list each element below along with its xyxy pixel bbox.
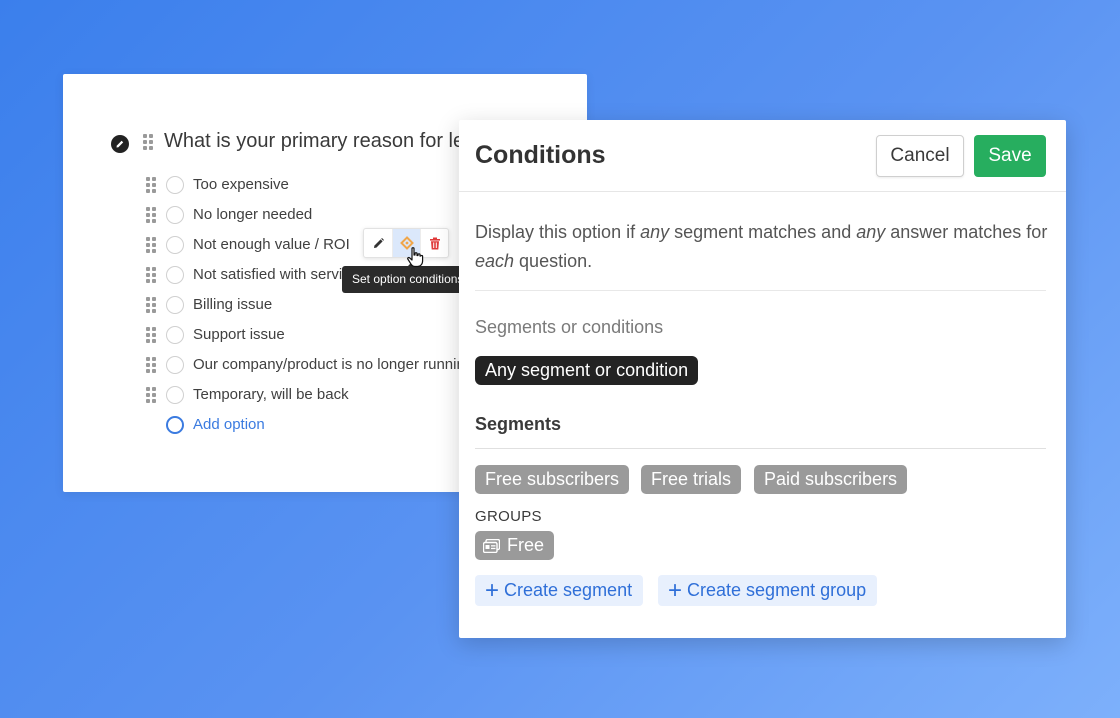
header-divider <box>459 191 1066 192</box>
option-label: Too expensive <box>193 176 289 193</box>
hand-cursor-icon <box>407 247 424 268</box>
option-label: Billing issue <box>193 296 273 313</box>
drag-handle-icon[interactable] <box>146 207 156 223</box>
pencil-icon[interactable] <box>364 229 392 257</box>
drag-handle-icon[interactable] <box>146 387 156 403</box>
add-option-label[interactable]: Add option <box>193 416 265 433</box>
question-drag-handle-icon[interactable] <box>143 134 153 150</box>
group-icon <box>483 538 500 553</box>
option-label: Not satisfied with service <box>193 266 359 283</box>
option-label: Our company/product is no longer running <box>193 356 474 373</box>
set-conditions-tooltip: Set option conditions <box>342 261 474 293</box>
create-segment-button[interactable]: + Create segment <box>475 575 644 606</box>
option-radio[interactable] <box>166 206 184 224</box>
plus-icon: + <box>485 577 500 604</box>
edit-question-icon[interactable] <box>111 135 129 153</box>
trash-icon[interactable] <box>420 229 448 257</box>
group-chip-free[interactable]: Free <box>475 531 555 560</box>
segments-or-conditions-label: Segments or conditions <box>475 317 664 337</box>
groups-label: GROUPS <box>475 508 542 525</box>
any-segment-chip[interactable]: Any segment or condition <box>475 356 699 385</box>
option-radio[interactable] <box>166 386 184 404</box>
drag-handle-icon[interactable] <box>146 267 156 283</box>
segment-chip-free-subscribers[interactable]: Free subscribers <box>475 465 630 494</box>
drag-handle-icon[interactable] <box>146 237 156 253</box>
option-label: Temporary, will be back <box>193 386 349 403</box>
segment-chip-free-trials[interactable]: Free trials <box>641 465 742 494</box>
add-option-radio[interactable] <box>166 416 184 434</box>
option-radio[interactable] <box>166 236 184 254</box>
segment-chip-paid-subscribers[interactable]: Paid subscribers <box>754 465 908 494</box>
conditions-description: Display this option if any segment match… <box>475 222 1048 271</box>
drag-handle-icon[interactable] <box>146 327 156 343</box>
group-chip-label: Free <box>507 535 545 555</box>
drag-handle-icon[interactable] <box>146 177 156 193</box>
save-button[interactable]: Save <box>974 135 1046 177</box>
create-segment-group-button[interactable]: + Create segment group <box>658 575 878 606</box>
plus-icon: + <box>668 577 683 604</box>
create-segment-label: Create segment <box>504 580 633 600</box>
option-radio[interactable] <box>166 356 184 374</box>
option-radio[interactable] <box>166 296 184 314</box>
drag-handle-icon[interactable] <box>146 297 156 313</box>
segments-divider <box>475 448 1046 449</box>
conditions-modal: Conditions Cancel Save Display this opti… <box>459 120 1066 638</box>
option-radio[interactable] <box>166 266 184 284</box>
description-divider <box>475 290 1046 291</box>
option-radio[interactable] <box>166 326 184 344</box>
drag-handle-icon[interactable] <box>146 357 156 373</box>
option-label: No longer needed <box>193 206 313 223</box>
cancel-button[interactable]: Cancel <box>876 135 964 177</box>
option-label: Support issue <box>193 326 285 343</box>
option-radio[interactable] <box>166 176 184 194</box>
modal-title: Conditions <box>475 141 606 169</box>
option-label: Not enough value / ROI <box>193 236 350 253</box>
create-segment-group-label: Create segment group <box>687 580 867 600</box>
segments-heading: Segments <box>475 414 562 434</box>
